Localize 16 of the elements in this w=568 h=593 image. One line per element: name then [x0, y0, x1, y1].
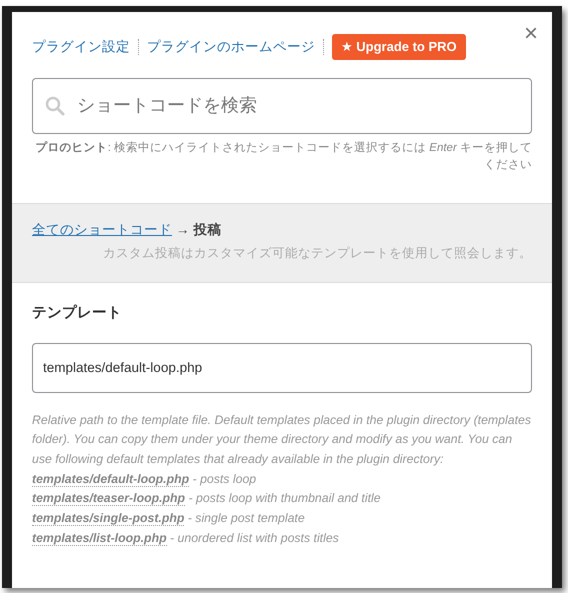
- breadcrumb-current: → 投稿: [176, 221, 222, 239]
- template-entry: templates/teaser-loop.php - posts loop with thumbnail and title: [32, 490, 382, 508]
- hint-text: プロのヒント: 検索中にハイライトされたショートコードを選択するには Enter キーを押してください: [34, 140, 532, 173]
- template-entry: templates/default-loop.php - posts loop: [32, 470, 258, 489]
- field-label: テンプレート: [32, 304, 123, 323]
- template-entry: templates/single-post.php - single post template: [32, 510, 306, 528]
- search-field[interactable]: ショートコードを検索: [32, 78, 532, 134]
- template-field[interactable]: templates/default-loop.php: [32, 342, 532, 393]
- template-entry: templates/list-loop.php - unordered list with posts titles: [32, 530, 340, 548]
- shortcode-description: カスタム投稿はカスタマイズ可能なテンプレートを使用して照会します。: [102, 245, 532, 262]
- header-link[interactable]: プラグイン設定: [32, 36, 130, 57]
- close-button[interactable]: ×: [524, 22, 538, 46]
- breadcrumb-link[interactable]: 全てのショートコード: [32, 220, 172, 240]
- upgrade-button[interactable]: ★ Upgrade to PRO: [332, 34, 466, 60]
- header-link[interactable]: プラグインのホームページ: [147, 36, 315, 57]
- help-text: Relative path to the template file. Default templates placed in the plugin directory (templates folder). You can copy them under your theme directory and modify as you want. You can use following default templates that already available in the plugin directory:: [32, 412, 532, 468]
